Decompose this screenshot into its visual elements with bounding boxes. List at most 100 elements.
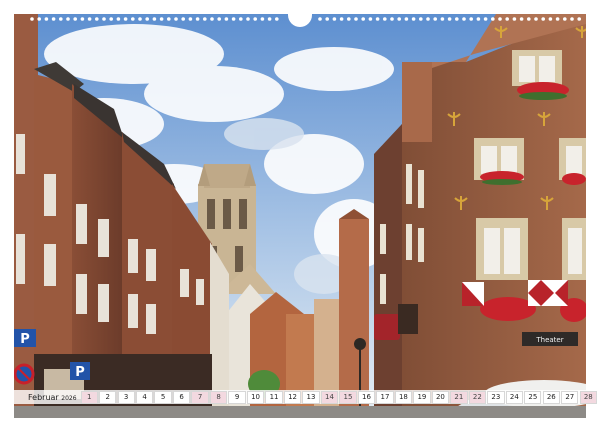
binding-dot <box>570 17 574 21</box>
day-cell: 21 <box>450 390 468 404</box>
days-row: 1 2 3 4 5 6 7 8 9 10 11 12 13 14 15 16 17 18 19 20 21 22 23 24 2… <box>80 390 600 404</box>
day-cell: 12 <box>283 390 302 404</box>
binding-dot <box>131 17 135 21</box>
day-cell: 7 <box>191 390 209 404</box>
binding-dot <box>440 17 445 21</box>
day-cell: 10 <box>246 390 265 404</box>
day-cell: 5 <box>154 390 172 404</box>
binding-dot <box>519 17 524 21</box>
binding-dot <box>66 17 70 21</box>
binding-dot <box>332 17 337 21</box>
street-photo: Theater P P <box>14 14 586 418</box>
binding-dot <box>390 17 394 21</box>
binding-dot <box>37 17 41 21</box>
day-cell: 23 <box>487 390 505 404</box>
binding-dot <box>123 17 128 21</box>
binding-dot <box>498 17 502 21</box>
binding-dot <box>555 17 560 21</box>
svg-text:P: P <box>75 365 85 380</box>
day-cell: 25 <box>524 390 542 404</box>
binding-dot <box>95 17 99 21</box>
svg-text:P: P <box>20 332 30 347</box>
day-cell: 11 <box>265 390 283 404</box>
binding-dot <box>397 17 402 21</box>
binding-dot <box>51 17 56 21</box>
day-cell: 4 <box>136 390 154 404</box>
day-cell: 20 <box>431 390 450 404</box>
day-cell: 6 <box>172 390 191 404</box>
binding-dot <box>239 17 243 21</box>
binding-dot <box>411 17 416 21</box>
binding-dot <box>563 17 567 21</box>
binding-dot <box>419 17 423 21</box>
calendar-strip: Februar 2026 1 2 3 4 5 6 7 8 9 10 11 12 13 14 15 16 17 18… <box>14 390 597 404</box>
day-cell: 27 <box>561 390 579 404</box>
binding-dot <box>577 17 581 21</box>
binding-dot <box>534 17 538 21</box>
day-cell: 8 <box>209 390 228 404</box>
day-cell: 22 <box>468 390 487 404</box>
day-cell: 24 <box>505 390 523 404</box>
binding-dot <box>138 17 142 21</box>
day-cell: 15 <box>339 390 357 404</box>
binding-dot <box>181 17 185 21</box>
day-cell: 17 <box>376 390 394 404</box>
binding-dot <box>109 17 113 21</box>
binding-dot <box>224 17 229 21</box>
binding-dot <box>217 17 221 21</box>
binding-dot <box>368 17 373 21</box>
binding-dot <box>462 17 466 21</box>
binding-dot <box>548 17 553 21</box>
binding-dot <box>152 17 157 21</box>
day-cell: 1 <box>80 390 98 404</box>
binding-dot <box>447 17 452 21</box>
binding-dot <box>347 17 351 21</box>
binding-dot <box>483 17 488 21</box>
binding-dot <box>339 17 344 21</box>
month-label: Februar 2026 <box>14 393 81 402</box>
binding-dot <box>174 17 178 21</box>
binding-dot <box>102 17 106 21</box>
binding-dot <box>383 17 387 21</box>
binding-dot <box>361 17 366 21</box>
calendar-page: Theater P P Februar 2026 1 2 3 4 5 6 7 8 9 10 11 12… <box>0 0 600 432</box>
binding-dot <box>203 17 207 21</box>
binding-dot <box>80 17 85 21</box>
year-label: 2026 <box>61 394 77 402</box>
binding-dot <box>375 17 380 21</box>
binding-dot <box>512 17 517 21</box>
binding-dot <box>469 17 474 21</box>
binding-dot <box>159 17 164 21</box>
day-cell: 2 <box>99 390 117 404</box>
day-cell: 13 <box>302 390 320 404</box>
binding-dot <box>354 17 358 21</box>
binding-dot <box>167 17 171 21</box>
day-cell: 3 <box>117 390 135 404</box>
day-cell: 18 <box>394 390 413 404</box>
binding-dot <box>267 17 272 21</box>
binding-dot <box>318 17 322 21</box>
day-cell: 19 <box>413 390 431 404</box>
binding-dot <box>527 17 531 21</box>
binding-dot <box>59 17 63 21</box>
binding-dot <box>476 17 481 21</box>
day-cell: 26 <box>542 390 560 404</box>
binding-dot <box>491 17 495 21</box>
binding-dot <box>145 17 149 21</box>
binding-dot <box>188 17 193 21</box>
binding-dot <box>87 17 92 21</box>
theater-sign-text: Theater <box>535 336 563 344</box>
binding-dot <box>73 17 77 21</box>
day-cell: 9 <box>228 390 246 404</box>
day-cell: 16 <box>357 390 376 404</box>
binding-dot <box>246 17 250 21</box>
binding-dot <box>505 17 510 21</box>
binding-dot <box>455 17 459 21</box>
binding-dot <box>195 17 200 21</box>
month-name: Februar <box>28 392 59 402</box>
binding-dot <box>30 17 34 21</box>
binding-dot <box>116 17 121 21</box>
day-cell: 28 <box>579 390 597 404</box>
binding-dot <box>253 17 257 21</box>
binding-dot <box>433 17 438 21</box>
